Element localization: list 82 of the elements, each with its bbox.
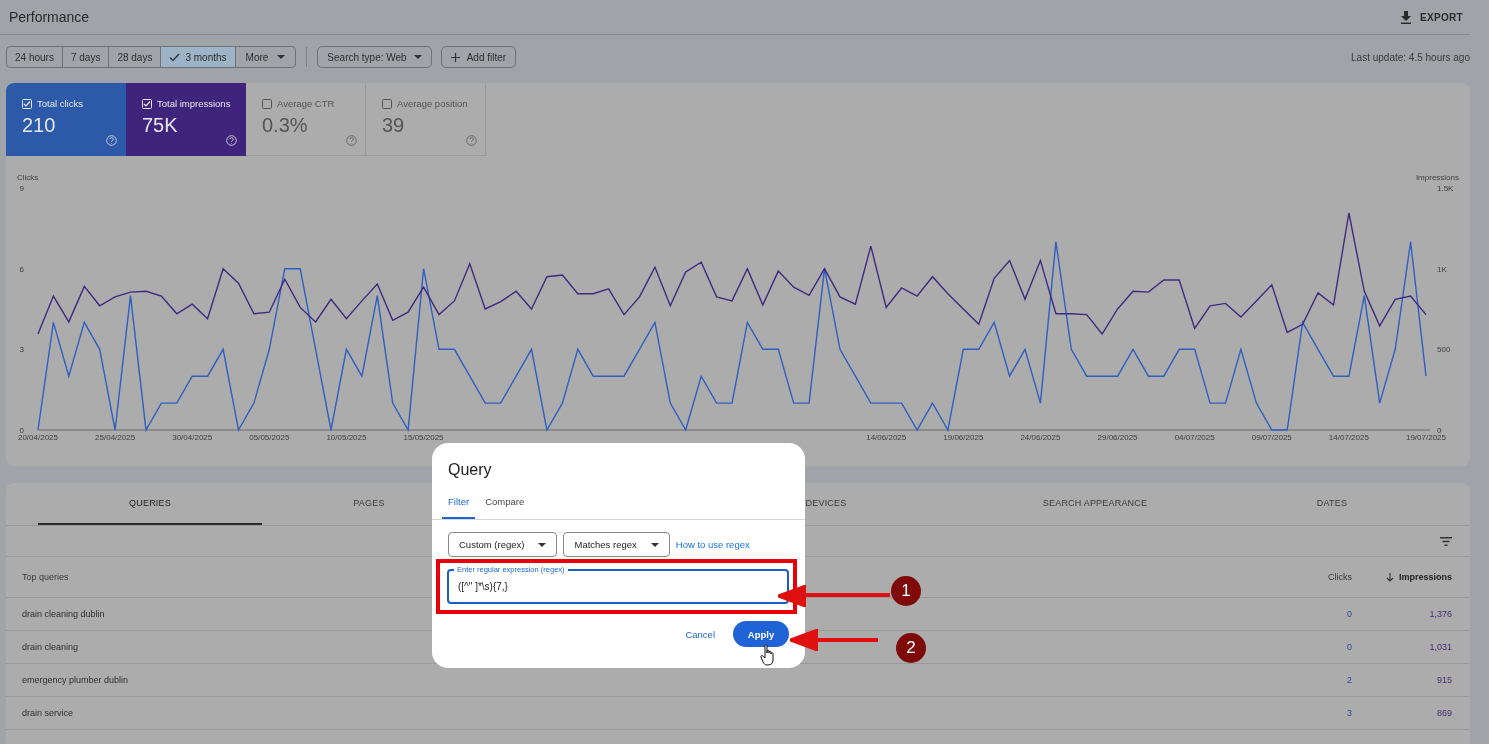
axis-tick-label: 14/06/2025: [866, 433, 907, 442]
axis-tick-label: 09/07/2025: [1251, 433, 1292, 442]
sort-arrow-icon: [1385, 572, 1394, 582]
column-header[interactable]: Impressions: [1385, 572, 1452, 582]
axis-tick-label: 20/04/2025: [18, 433, 58, 442]
table-cell: 1,376: [1429, 609, 1452, 619]
metric-value: 210: [22, 114, 57, 137]
metric-card[interactable]: Average position 39: [366, 83, 486, 156]
axis-tick-label: 500: [1437, 345, 1451, 355]
table-cell: emergency plumber dublin: [22, 675, 129, 685]
date-range-button[interactable]: 7 days: [62, 47, 110, 67]
add-filter-button[interactable]: Add filter: [440, 46, 517, 68]
dialog-tab[interactable]: Compare: [479, 496, 531, 519]
filter-icon[interactable]: [1440, 536, 1452, 546]
date-range-button[interactable]: 24 hours: [7, 47, 63, 67]
axis-tick-label: 6: [19, 264, 24, 274]
table-cell: drain cleaning dublin: [22, 609, 105, 619]
metric-label: Average CTR: [277, 98, 335, 109]
report-tab[interactable]: SEARCH APPEARANCE: [940, 483, 1250, 525]
last-update-text: Last update: 4.5 hours ago: [1351, 51, 1470, 63]
axis-tick-label: 3: [19, 345, 24, 355]
metric-label: Average position: [397, 98, 468, 109]
metric-card[interactable]: Average CTR 0.3%: [246, 83, 366, 156]
report-tab[interactable]: QUERIES: [38, 483, 262, 525]
table-cell: 915: [1436, 675, 1452, 685]
axis-tick-label: 05/05/2025: [249, 433, 290, 442]
metric-value: 39: [382, 114, 406, 137]
table-cell: drain cleaning: [22, 642, 79, 652]
axis-tick-label: 9: [19, 184, 24, 193]
report-tab[interactable]: DEVICES: [712, 483, 940, 525]
download-icon: [1400, 10, 1413, 24]
date-range-button[interactable]: 3 months: [161, 47, 236, 67]
axis-tick-label: 25/04/2025: [95, 433, 136, 442]
check-icon: [169, 52, 181, 62]
column-header[interactable]: Clicks: [1328, 572, 1352, 582]
table-cell: 3: [1347, 708, 1352, 718]
axis-tick-label: 19/06/2025: [943, 433, 984, 442]
page-title: Performance: [9, 9, 90, 25]
axis-tick-label: 0: [19, 426, 24, 435]
apply-button[interactable]: Apply: [733, 621, 789, 647]
axis-tick-label: 15/05/2025: [403, 433, 444, 442]
table-cell: 0: [1347, 609, 1352, 619]
metric-label: Total clicks: [37, 98, 83, 109]
checkbox-icon[interactable]: [382, 98, 392, 109]
cancel-button[interactable]: Cancel: [681, 624, 719, 644]
table-cell: 2: [1347, 675, 1352, 685]
help-icon[interactable]: [466, 135, 477, 146]
metric-value: 75K: [142, 114, 179, 137]
axis-tick-label: 10/05/2025: [326, 433, 367, 442]
help-icon[interactable]: [346, 135, 357, 146]
axis-tick-label: 04/07/2025: [1174, 433, 1215, 442]
axis-tick-label: 24/06/2025: [1020, 433, 1061, 442]
metric-value: 0.3%: [262, 114, 309, 137]
report-tab[interactable]: DATES: [1250, 483, 1414, 525]
axis-title: Clicks: [17, 173, 39, 182]
table-cell: 869: [1436, 708, 1452, 718]
axis-tick-label: 0: [1437, 426, 1442, 435]
metric-label: Total impressions: [157, 98, 231, 109]
dialog-tab[interactable]: Filter: [442, 496, 476, 519]
axis-tick-label: 19/07/2025: [1406, 433, 1446, 442]
plus-icon: [450, 52, 460, 62]
caret-icon: [277, 55, 286, 59]
axis-tick-label: 1.5K: [1437, 184, 1454, 193]
date-range-button[interactable]: More: [235, 47, 296, 67]
caret-icon: [538, 542, 547, 547]
caret-icon: [650, 542, 659, 547]
dropdown[interactable]: Matches regex: [563, 532, 670, 557]
caret-icon: [413, 55, 422, 59]
table-cell: 1,031: [1429, 642, 1452, 652]
dialog-title: Query: [448, 461, 493, 479]
search-type-dropdown[interactable]: Search type: Web: [317, 46, 432, 68]
export-button[interactable]: EXPORT: [1394, 8, 1469, 26]
table-cell: 0: [1347, 642, 1352, 652]
table-cell: drain service: [22, 708, 74, 718]
axis-tick-label: 30/04/2025: [172, 433, 213, 442]
checkbox-icon[interactable]: [262, 98, 272, 109]
axis-tick-label: 1K: [1437, 264, 1447, 274]
help-link[interactable]: How to use regex: [675, 539, 750, 550]
dropdown[interactable]: Custom (regex): [448, 532, 558, 557]
axis-tick-label: 29/06/2025: [1097, 433, 1138, 442]
axis-tick-label: 14/07/2025: [1328, 433, 1369, 442]
axis-title: Impressions: [1415, 173, 1459, 182]
